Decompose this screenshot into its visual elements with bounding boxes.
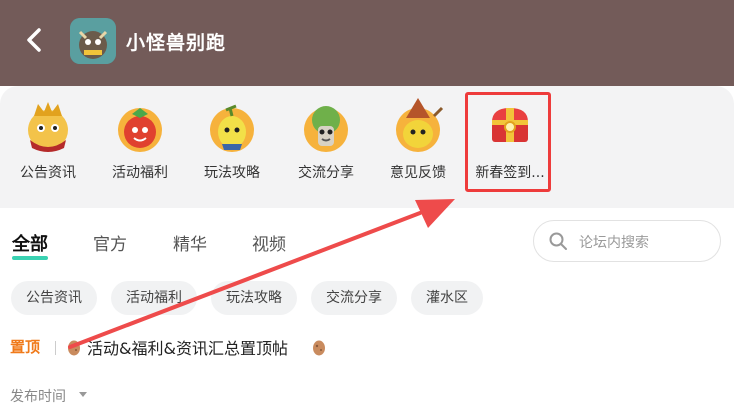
category-label: 活动福利 xyxy=(112,165,168,181)
category-item-events[interactable]: 活动福利 xyxy=(98,96,182,192)
category-label: 公告资讯 xyxy=(20,165,76,181)
category-item-announcements[interactable]: 公告资讯 xyxy=(6,96,90,192)
pear-monster-icon xyxy=(210,104,254,152)
king-monster-icon xyxy=(28,102,68,152)
chip-events[interactable]: 活动福利 xyxy=(111,281,197,315)
category-label: 玩法攻略 xyxy=(204,165,260,181)
search-placeholder: 论坛内搜索 xyxy=(579,235,649,251)
app-header: 小怪兽别跑 xyxy=(0,0,734,86)
category-label: 交流分享 xyxy=(298,165,354,181)
pinned-post[interactable]: 置顶 活动&福利&资讯汇总置顶帖 xyxy=(10,334,730,360)
highlight-box xyxy=(465,92,551,192)
tab-all[interactable]: 全部 xyxy=(12,230,48,256)
pinned-tag: 置顶 xyxy=(10,338,41,356)
chip-chat[interactable]: 灌水区 xyxy=(411,281,483,315)
category-item-guides[interactable]: 玩法攻略 xyxy=(190,96,274,192)
chip-guides[interactable]: 玩法攻略 xyxy=(211,281,297,315)
tomato-monster-icon xyxy=(118,108,162,152)
tab-official[interactable]: 官方 xyxy=(93,230,127,255)
chip-community[interactable]: 交流分享 xyxy=(311,281,397,315)
app-icon xyxy=(70,18,116,64)
app-title: 小怪兽别跑 xyxy=(126,32,227,54)
chevron-down-icon[interactable] xyxy=(79,392,87,397)
wizard-monster-icon xyxy=(396,98,444,152)
egg-icon xyxy=(68,340,80,356)
tab-video[interactable]: 视频 xyxy=(252,230,286,255)
egg-icon xyxy=(313,340,325,356)
active-tab-indicator xyxy=(12,256,48,260)
pinned-title: 活动&福利&资讯汇总置顶帖 xyxy=(87,339,288,358)
search-input[interactable]: 论坛内搜索 xyxy=(533,220,721,262)
category-label: 意见反馈 xyxy=(390,165,446,181)
sort-dropdown[interactable]: 发布时间 xyxy=(10,386,66,406)
search-icon xyxy=(549,232,567,250)
back-arrow-icon[interactable] xyxy=(22,26,48,54)
category-item-feedback[interactable]: 意见反馈 xyxy=(376,96,460,192)
tab-featured[interactable]: 精华 xyxy=(173,230,207,255)
divider xyxy=(55,341,56,355)
tree-monster-icon xyxy=(304,106,348,152)
chip-announcements[interactable]: 公告资讯 xyxy=(11,281,97,315)
category-item-community[interactable]: 交流分享 xyxy=(284,96,368,192)
